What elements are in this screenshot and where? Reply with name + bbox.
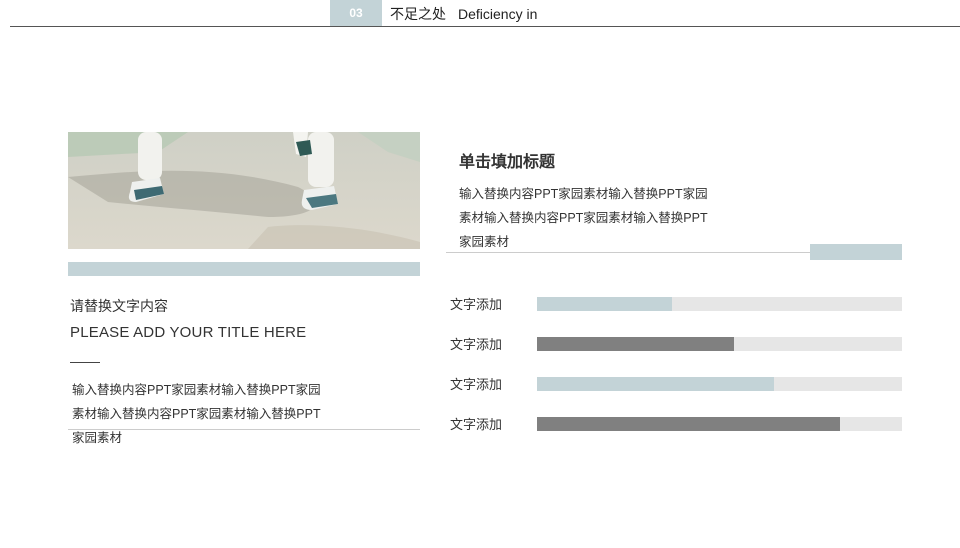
progress-bar-row: 文字添加 [450,297,902,312]
progress-bar-track [537,377,902,391]
running-feet-photo [68,132,420,249]
photo-accent-bar [68,262,420,276]
progress-bar-fill [537,377,775,391]
progress-bar-label: 文字添加 [450,297,503,312]
section-title-en: Deficiency in [458,6,538,22]
section-title: 不足之处 Deficiency in [390,4,537,24]
right-body-line: 素材输入替换内容PPT家园素材输入替换PPT [459,211,708,225]
progress-bar-label: 文字添加 [450,417,503,432]
left-body-text: 输入替换内容PPT家园素材输入替换PPT家园 素材输入替换内容PPT家园素材输入… [72,378,372,450]
left-divider [68,429,420,430]
progress-bar-fill [537,417,840,431]
left-title: PLEASE ADD YOUR TITLE HERE [70,324,307,341]
right-body-line: 家园素材 [459,235,510,249]
progress-bar-fill [537,297,673,311]
left-body-line: 输入替换内容PPT家园素材输入替换PPT家园 [72,383,321,397]
right-body-text: 输入替换内容PPT家园素材输入替换PPT家园 素材输入替换内容PPT家园素材输入… [459,182,749,254]
section-number-badge: 03 [330,0,382,26]
header-divider [10,26,960,27]
progress-bar-fill [537,337,735,351]
left-title-underline [70,362,100,363]
progress-bar-track [537,417,902,431]
progress-bar-row: 文字添加 [450,377,902,392]
right-body-line: 输入替换内容PPT家园素材输入替换PPT家园 [459,187,708,201]
right-accent-block [810,244,902,260]
progress-bar-label: 文字添加 [450,337,503,352]
right-heading[interactable]: 单击填加标题 [459,148,555,172]
progress-bar-track [537,337,902,351]
progress-bar-label: 文字添加 [450,377,503,392]
progress-bar-row: 文字添加 [450,337,902,352]
left-body-line: 素材输入替换内容PPT家园素材输入替换PPT [72,407,321,421]
section-title-cn: 不足之处 [390,6,446,22]
progress-bar-track [537,297,902,311]
left-heading: 请替换文字内容 [70,298,168,314]
progress-bar-row: 文字添加 [450,417,902,432]
